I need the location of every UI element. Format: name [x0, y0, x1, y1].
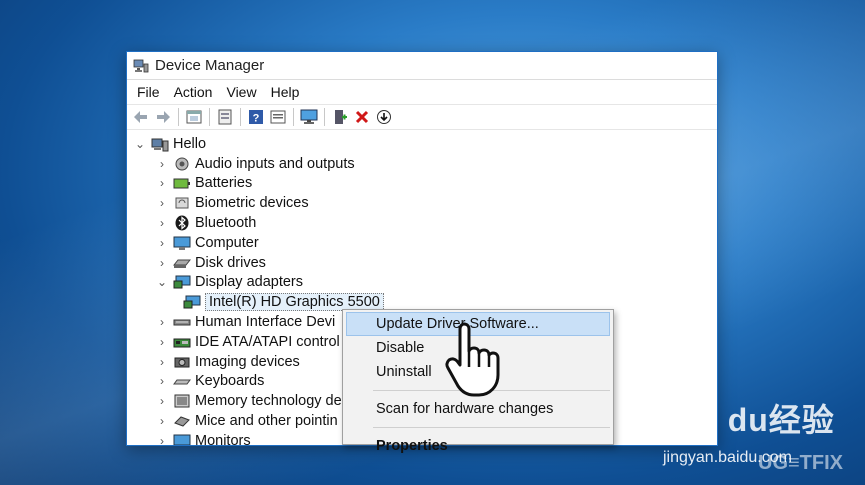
hid-icon — [173, 314, 191, 330]
tree-item-label: Mice and other pointin — [195, 413, 338, 430]
title-bar[interactable]: Device Manager — [127, 52, 717, 80]
tree-item-audio[interactable]: › Audio inputs and outputs — [127, 154, 717, 174]
chevron-right-icon[interactable]: › — [155, 434, 169, 445]
chevron-down-icon[interactable]: ⌄ — [155, 275, 169, 289]
menu-view[interactable]: View — [220, 84, 264, 100]
monitor-device-icon — [173, 235, 191, 251]
tree-item-label: Disk drives — [195, 254, 266, 271]
monitor-device-icon — [173, 433, 191, 445]
toolbar: ? — [127, 104, 717, 130]
menu-bar: File Action View Help — [127, 80, 717, 104]
toolbar-divider — [240, 108, 241, 126]
tree-item-label: Keyboards — [195, 373, 265, 390]
speaker-icon — [173, 156, 191, 172]
chevron-right-icon[interactable]: › — [155, 335, 169, 349]
svg-text:?: ? — [253, 113, 260, 125]
menu-help[interactable]: Help — [265, 84, 308, 100]
ugetfix-watermark: UG≡TFIX — [758, 452, 843, 474]
tree-item-display-adapters[interactable]: ⌄ Display adapters — [127, 273, 717, 293]
chevron-right-icon[interactable]: › — [155, 157, 169, 171]
chevron-right-icon[interactable]: › — [155, 196, 169, 210]
toolbar-divider — [178, 108, 179, 126]
remove-icon[interactable] — [352, 107, 372, 127]
chevron-right-icon[interactable]: › — [155, 394, 169, 408]
memory-icon — [173, 393, 191, 409]
toolbar-divider — [324, 108, 325, 126]
camera-icon — [173, 354, 191, 370]
monitor-icon[interactable] — [299, 107, 319, 127]
scan-hardware-menu-item[interactable]: Scan for hardware changes — [343, 397, 613, 421]
chevron-right-icon[interactable]: › — [155, 355, 169, 369]
chevron-right-icon[interactable]: › — [155, 236, 169, 250]
tree-item-label: Memory technology de — [195, 393, 342, 410]
disk-drive-icon — [173, 255, 191, 271]
battery-icon — [173, 175, 191, 191]
display-adapter-icon — [183, 294, 201, 310]
device-manager-icon — [133, 58, 149, 74]
tree-item-label: IDE ATA/ATAPI control — [195, 333, 340, 350]
menu-action[interactable]: Action — [168, 84, 221, 100]
tree-item-label: Display adapters — [195, 274, 303, 291]
tree-item-label: Computer — [195, 234, 259, 251]
ide-controller-icon — [173, 334, 191, 350]
tree-item-label: Human Interface Devi — [195, 314, 336, 331]
menu-separator — [373, 427, 610, 428]
display-adapter-icon — [173, 274, 191, 290]
computer-icon — [151, 136, 169, 152]
properties-menu-item[interactable]: Properties — [343, 434, 613, 458]
tree-item-computer[interactable]: › Computer — [127, 233, 717, 253]
window-title: Device Manager — [155, 57, 265, 74]
chevron-right-icon[interactable]: › — [155, 315, 169, 329]
tree-item-label: Audio inputs and outputs — [195, 155, 355, 172]
tree-item-label: Biometric devices — [195, 195, 309, 212]
chevron-right-icon[interactable]: › — [155, 216, 169, 230]
menu-file[interactable]: File — [131, 84, 168, 100]
tree-item-label: Batteries — [195, 175, 253, 192]
keyboard-icon — [173, 373, 191, 389]
mouse-icon — [173, 413, 191, 429]
chevron-right-icon[interactable]: › — [155, 176, 169, 190]
chevron-right-icon[interactable]: › — [155, 256, 169, 270]
biometric-icon — [173, 195, 191, 211]
toolbar-divider — [209, 108, 210, 126]
forward-icon[interactable] — [153, 107, 173, 127]
back-icon[interactable] — [131, 107, 151, 127]
tree-item-label: Bluetooth — [195, 215, 257, 232]
hand-cursor-icon — [444, 320, 504, 398]
toolbar-divider — [293, 108, 294, 126]
tree-item-batteries[interactable]: › Batteries — [127, 174, 717, 194]
view-icon[interactable] — [268, 107, 288, 127]
tree-root[interactable]: ⌄ Hello — [127, 134, 717, 154]
tree-item-bluetooth[interactable]: › Bluetooth — [127, 213, 717, 233]
bluetooth-icon — [173, 215, 191, 231]
add-driver-icon[interactable] — [330, 107, 350, 127]
tree-root-label: Hello — [173, 135, 207, 152]
tree-item-label: Monitors — [195, 432, 251, 446]
tree-item-biometric[interactable]: › Biometric devices — [127, 193, 717, 213]
show-hidden-icon[interactable] — [215, 107, 235, 127]
tree-item-disk-drives[interactable]: › Disk drives — [127, 253, 717, 273]
chevron-right-icon[interactable]: › — [155, 374, 169, 388]
properties-pane-icon[interactable] — [184, 107, 204, 127]
baidu-watermark: Bai du经验 — [665, 402, 835, 438]
help-icon[interactable]: ? — [246, 107, 266, 127]
chevron-right-icon[interactable]: › — [155, 414, 169, 428]
chevron-down-icon[interactable]: ⌄ — [133, 137, 147, 151]
tree-item-label: Imaging devices — [195, 353, 300, 370]
download-icon[interactable] — [374, 107, 394, 127]
